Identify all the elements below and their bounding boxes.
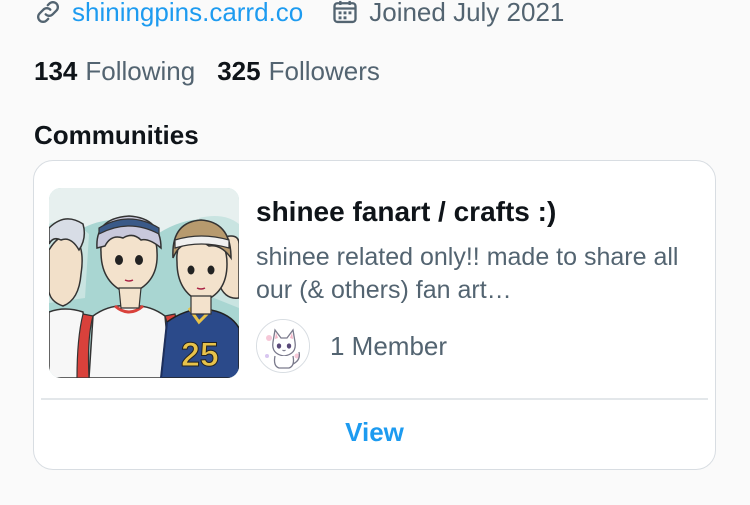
website-text[interactable]: shiningpins.carrd.co: [72, 0, 303, 28]
cat-avatar: [257, 320, 309, 372]
community-thumbnail: 25: [49, 188, 239, 378]
community-members: 1 Member: [256, 318, 447, 374]
profile-page: shiningpins.carrd.co Joined July 2021 13…: [0, 0, 750, 505]
joined-text: Joined July 2021: [369, 0, 565, 27]
following-stat[interactable]: 134 Following: [34, 56, 195, 87]
card-divider: [41, 398, 708, 400]
communities-heading: Communities: [34, 120, 199, 150]
community-description: shinee related only!! made to share all …: [256, 243, 679, 304]
view-community-button[interactable]: View: [34, 415, 715, 449]
following-label: Following: [85, 55, 196, 86]
following-count: 134: [34, 55, 78, 86]
avatar: [256, 319, 310, 373]
link-icon: [37, 1, 59, 23]
community-name[interactable]: shinee fanart / crafts :): [256, 195, 556, 229]
fanart-illustration: 25: [49, 188, 239, 378]
profile-meta-row: shiningpins.carrd.co Joined July 2021: [34, 0, 564, 32]
followers-stat[interactable]: 325 Followers: [217, 56, 380, 87]
website-link[interactable]: shiningpins.carrd.co: [34, 0, 303, 28]
member-count: 1 Member: [330, 330, 448, 361]
followers-count: 325: [217, 55, 261, 86]
follow-stats: 134 Following 325 Followers: [34, 52, 380, 90]
calendar-icon: [333, 0, 357, 24]
svg-text:25: 25: [181, 336, 219, 374]
followers-label: Followers: [268, 55, 380, 86]
community-card[interactable]: 25 shinee fanart / crafts :) shinee rela…: [33, 160, 716, 470]
joined-date: Joined July 2021: [331, 0, 564, 28]
